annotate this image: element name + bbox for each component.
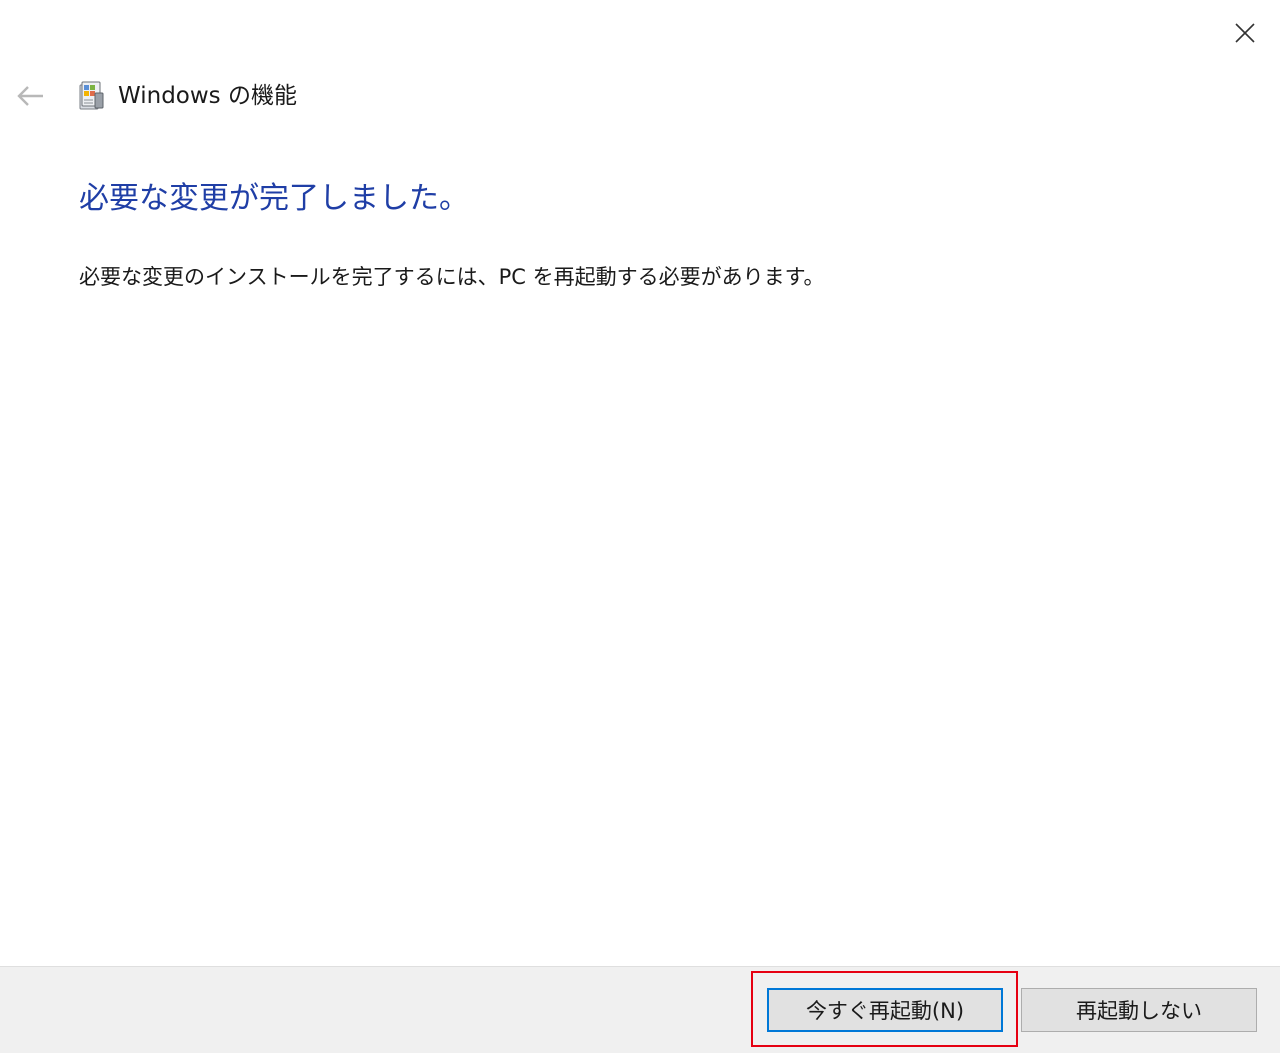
close-icon	[1235, 23, 1255, 43]
restart-now-button[interactable]: 今すぐ再起動(N)	[767, 988, 1003, 1032]
close-button[interactable]	[1222, 12, 1268, 54]
windows-features-icon	[79, 81, 104, 110]
windows-features-dialog: Windows の機能 必要な変更が完了しました。 必要な変更のインストールを完…	[0, 0, 1280, 1053]
back-button[interactable]	[10, 78, 50, 114]
page-heading: 必要な変更が完了しました。	[79, 181, 469, 216]
back-arrow-icon	[17, 86, 43, 106]
dont-restart-button[interactable]: 再起動しない	[1021, 988, 1257, 1032]
window-title: Windows の機能	[118, 83, 297, 109]
restart-message: 必要な変更のインストールを完了するには、PC を再起動する必要があります。	[79, 265, 825, 289]
